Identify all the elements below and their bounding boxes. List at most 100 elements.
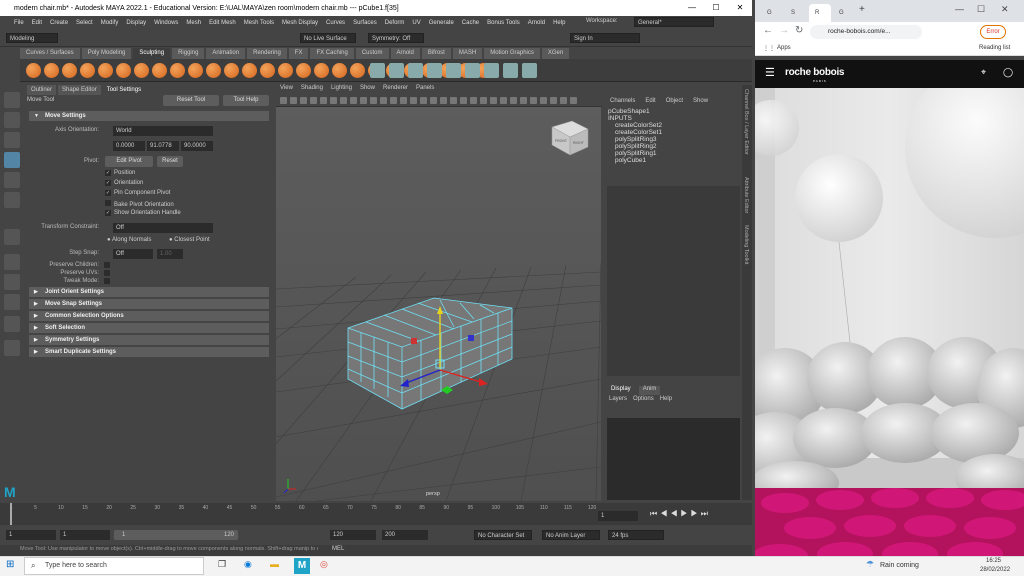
channel-item-polysplitring1[interactable]: polySplitRing1	[606, 150, 740, 157]
viewport-tool-icon[interactable]	[310, 97, 317, 104]
channel-menu-channels[interactable]: Channels	[610, 98, 635, 108]
viewport-tool-icon[interactable]	[460, 97, 467, 104]
browser-tab[interactable]: G	[833, 4, 855, 22]
menu-deform[interactable]: Deform	[385, 20, 405, 26]
menu-uv[interactable]: UV	[412, 20, 420, 26]
move-settings-section[interactable]: Move Settings	[29, 111, 269, 121]
taskbar-search[interactable]: ⌕ Type here to search	[24, 557, 204, 575]
mel-label[interactable]: MEL	[332, 546, 344, 552]
tool-help-button[interactable]: Tool Help	[223, 95, 269, 106]
anim-layer-dropdown[interactable]: No Anim Layer	[542, 530, 600, 540]
live-surface-field[interactable]: No Live Surface	[300, 33, 356, 43]
show-orientation-handle-checkbox[interactable]: ✓ Show Orientation Handle	[105, 210, 181, 216]
viewport-tool-icon[interactable]	[410, 97, 417, 104]
viewport-tool-icon[interactable]	[550, 97, 557, 104]
mode-dropdown[interactable]: Modeling	[6, 33, 58, 43]
range-bar[interactable]: 1 120	[114, 530, 238, 540]
preserve-uvs-checkbox[interactable]	[104, 270, 110, 276]
shelf-tool-icon[interactable]	[484, 63, 499, 78]
sculpt-tool-icon[interactable]	[260, 63, 275, 78]
shelf-tab-curves-surfaces[interactable]: Curves / Surfaces	[20, 48, 80, 59]
axis-orientation-dropdown[interactable]: World	[113, 126, 213, 136]
playback-start-field[interactable]: 1	[60, 530, 110, 540]
select-tool-icon[interactable]	[4, 92, 20, 108]
channel-item-createcolorset1[interactable]: createColorSet1	[606, 129, 740, 136]
tweak-mode-checkbox[interactable]	[104, 278, 110, 284]
shelf-tool-icon[interactable]	[465, 63, 480, 78]
browser-tab[interactable]: R	[809, 4, 831, 22]
viewport-menu-view[interactable]: View	[280, 85, 293, 95]
reset-pivot-button[interactable]: Reset	[157, 156, 183, 167]
address-bar[interactable]: roche-bobois.com/e...	[810, 25, 922, 39]
viewport-tool-icon[interactable]	[530, 97, 537, 104]
channel-menu-object[interactable]: Object	[666, 98, 683, 108]
location-icon[interactable]: ⌖	[981, 67, 986, 78]
task-view-icon[interactable]: ❐	[218, 559, 226, 570]
preserve-children-checkbox[interactable]	[104, 262, 110, 268]
sculpt-tool-icon[interactable]	[350, 63, 365, 78]
apps-link[interactable]: Apps	[777, 45, 791, 51]
maximize-icon[interactable]: ☐	[704, 0, 728, 16]
smart-duplicate-section[interactable]: Smart Duplicate Settings	[29, 347, 269, 357]
viewport-tool-icon[interactable]	[500, 97, 507, 104]
viewport-tool-icon[interactable]	[400, 97, 407, 104]
sculpt-tool-icon[interactable]	[26, 63, 41, 78]
viewport-tool-icon[interactable]	[490, 97, 497, 104]
move-snap-section[interactable]: Move Snap Settings	[29, 299, 269, 309]
shelf-tab-xgen[interactable]: XGen	[541, 48, 570, 59]
fps-dropdown[interactable]: 24 fps	[608, 530, 664, 540]
forward-icon[interactable]: →	[779, 25, 789, 36]
viewport-tool-icon[interactable]	[560, 97, 567, 104]
shelf-tool-icon[interactable]	[446, 63, 461, 78]
workspace-dropdown[interactable]: General*	[634, 17, 714, 27]
shelf-tab-rendering[interactable]: Rendering	[247, 48, 287, 59]
side-tab-modeling-toolkit[interactable]: Modeling Toolkit	[743, 225, 749, 264]
viewport-persp[interactable]: FRONT RIGHT persp	[276, 107, 601, 501]
viewport-tool-icon[interactable]	[380, 97, 387, 104]
channel-item-polycube1[interactable]: polyCube1	[606, 157, 740, 164]
edge-icon[interactable]: ◉	[244, 559, 252, 570]
browser-close-icon[interactable]: ✕	[1001, 4, 1009, 15]
shelf-tab-rigging[interactable]: Rigging	[172, 48, 205, 59]
sculpt-tool-icon[interactable]	[98, 63, 113, 78]
step-snap-dropdown[interactable]: Off	[113, 249, 153, 259]
end-time-field[interactable]: 200	[382, 530, 428, 540]
sculpt-tool-icon[interactable]	[44, 63, 59, 78]
sculpt-tool-icon[interactable]	[80, 63, 95, 78]
shelf-tab-motion-graphics[interactable]: Motion Graphics	[484, 48, 540, 59]
channel-item-polysplitring2[interactable]: polySplitRing2	[606, 143, 740, 150]
sculpt-tool-icon[interactable]	[152, 63, 167, 78]
viewport-tool-icon[interactable]	[510, 97, 517, 104]
viewport-menu-show[interactable]: Show	[360, 85, 375, 95]
menu-modify[interactable]: Modify	[101, 20, 119, 26]
viewport-tool-icon[interactable]	[570, 97, 577, 104]
start-time-field[interactable]: 1	[6, 530, 56, 540]
viewport-tool-icon[interactable]	[480, 97, 487, 104]
search-icon[interactable]	[4, 340, 20, 356]
playback-end-field[interactable]: 120	[330, 530, 376, 540]
viewport-menu-panels[interactable]: Panels	[416, 85, 434, 95]
sculpt-tool-icon[interactable]	[206, 63, 221, 78]
file-explorer-icon[interactable]: ▬	[270, 559, 279, 569]
menu-generate[interactable]: Generate	[429, 20, 454, 26]
symmetry-dropdown[interactable]: Symmetry: Off	[368, 33, 424, 43]
sculpt-tool-icon[interactable]	[278, 63, 293, 78]
outliner-layout-icon[interactable]	[4, 316, 20, 332]
layer-tab-anim[interactable]: Anim	[638, 386, 661, 395]
channel-menu-show[interactable]: Show	[693, 98, 708, 108]
menu-edit[interactable]: Edit	[32, 20, 42, 26]
position-checkbox[interactable]: ✓ Position	[105, 170, 135, 176]
tab-outliner[interactable]: Outliner	[27, 85, 57, 95]
shelf-tool-icon[interactable]	[522, 63, 537, 78]
paint-select-icon[interactable]	[4, 132, 20, 148]
channel-item-pcubeshape1[interactable]: pCubeShape1	[606, 108, 740, 115]
character-set-dropdown[interactable]: No Character Set	[474, 530, 532, 540]
joint-orient-section[interactable]: Joint Orient Settings	[29, 287, 269, 297]
menu-mesh-display[interactable]: Mesh Display	[282, 20, 318, 26]
apps-icon[interactable]: ⋮⋮	[763, 45, 775, 52]
rotate-tool-icon[interactable]	[4, 172, 20, 188]
weather-text[interactable]: Rain coming	[880, 562, 919, 569]
viewport-tool-icon[interactable]	[340, 97, 347, 104]
sculpt-tool-icon[interactable]	[242, 63, 257, 78]
move-tool-icon[interactable]	[4, 152, 20, 168]
